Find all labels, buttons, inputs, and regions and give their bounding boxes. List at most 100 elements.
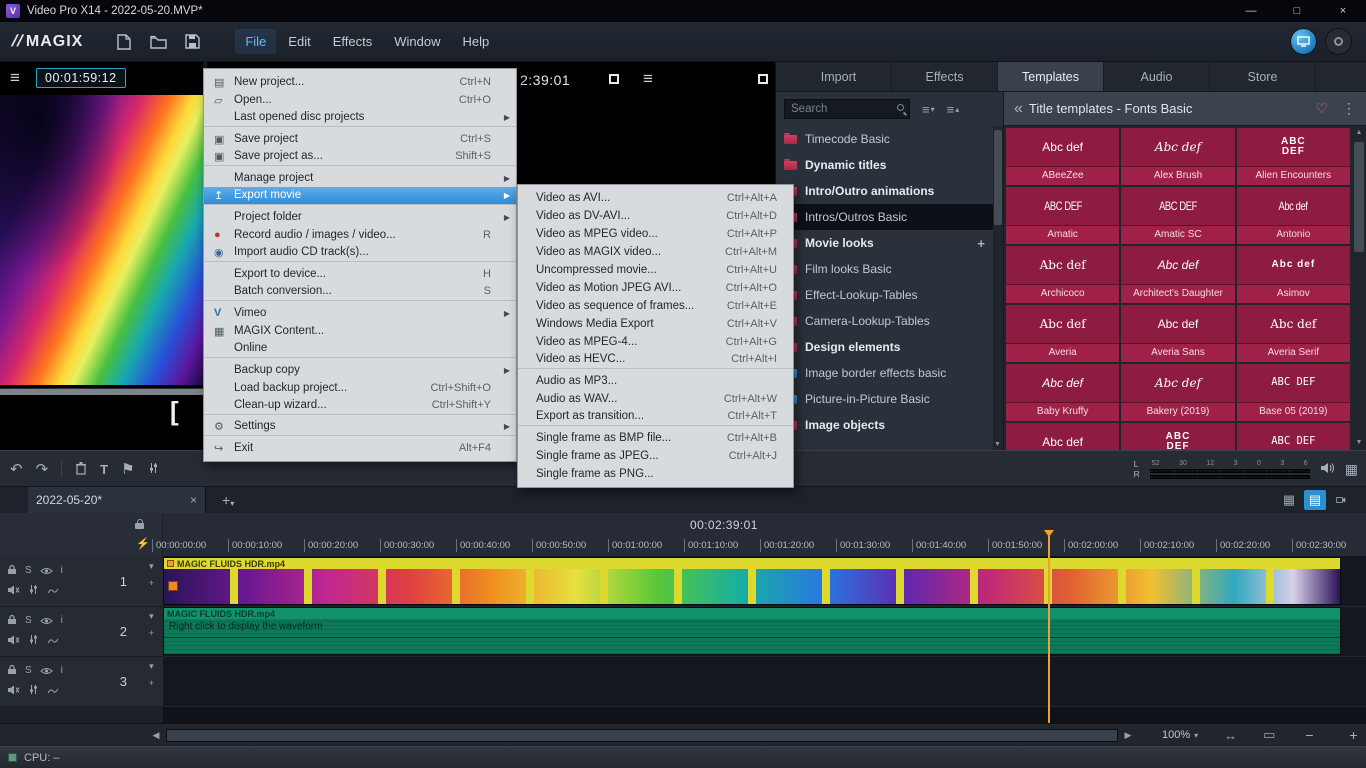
zoom-horizontal-icon[interactable]: ↔ xyxy=(1224,728,1237,743)
category-item[interactable]: Image border effects basic + xyxy=(776,360,993,386)
menu-item[interactable]: Project folder ▶ xyxy=(204,208,516,226)
menu-item[interactable]: Manage project ▶ xyxy=(204,169,516,187)
menu[interactable]: Edit xyxy=(278,29,320,54)
category-item[interactable]: Design elements + xyxy=(776,334,993,360)
menu-item[interactable]: ↥ Export movie ▶ xyxy=(204,187,516,205)
panel-tab[interactable]: Effects xyxy=(892,62,998,91)
menu[interactable]: Window xyxy=(384,29,450,54)
open-project-button[interactable] xyxy=(143,28,173,56)
scrollbar-thumb[interactable] xyxy=(167,730,1117,741)
track-header[interactable]: S i xyxy=(0,657,163,707)
solo-button[interactable]: S xyxy=(25,666,32,676)
info-button[interactable]: i xyxy=(61,666,63,676)
menu-item[interactable]: ▱ Open... Ctrl+O ▶ xyxy=(204,91,516,109)
menu[interactable]: File xyxy=(235,29,276,54)
menu-item[interactable]: Video as sequence of frames... Ctrl+Alt+… xyxy=(518,297,793,315)
font-template-tile[interactable]: Abc def Architect's Daughter xyxy=(1121,246,1234,303)
font-template-tile[interactable]: ABC DEF xyxy=(1237,423,1350,450)
add-movie-button[interactable]: +▾ xyxy=(216,491,240,509)
zoom-level-dropdown[interactable]: 100% ▾ xyxy=(1162,729,1198,741)
scroll-down-icon[interactable]: ▼ xyxy=(994,441,1001,448)
scroll-down-icon[interactable]: ▼ xyxy=(1356,436,1363,450)
category-item[interactable]: Film looks Basic + xyxy=(776,256,993,282)
font-template-tile[interactable]: ABC DEF Amatic SC xyxy=(1121,187,1234,244)
favorite-icon[interactable]: ♡ xyxy=(1315,100,1328,117)
category-item[interactable]: Intro/Outro animations + xyxy=(776,178,993,204)
menu-item[interactable]: Single frame as BMP file... Ctrl+Alt+B xyxy=(518,429,793,447)
timeline-ruler[interactable]: ⚡ 00:02:39:01 00:00:00:00 00:00:10:00 00… xyxy=(0,513,1366,557)
automation-icon[interactable] xyxy=(47,634,59,648)
menu-item[interactable]: Video as MAGIX video... Ctrl+Alt+M xyxy=(518,243,793,261)
project-tab[interactable]: 2022-05-20* × xyxy=(28,487,206,513)
font-template-tile[interactable]: Abc def Alex Brush xyxy=(1121,128,1234,185)
font-template-tile[interactable]: Abc def Averia Sans xyxy=(1121,305,1234,362)
menu-item[interactable]: Video as DV-AVI... Ctrl+Alt+D xyxy=(518,207,793,225)
menu-item[interactable]: ● Record audio / images / video... R ▶ xyxy=(204,226,516,244)
menu-item[interactable]: Uncompressed movie... Ctrl+Alt+U xyxy=(518,261,793,279)
menu[interactable]: Help xyxy=(452,29,499,54)
menu-item[interactable]: Video as MPEG video... Ctrl+Alt+P xyxy=(518,225,793,243)
track-header[interactable]: S i xyxy=(0,607,163,657)
mute-icon[interactable] xyxy=(7,584,20,598)
scroll-right-button[interactable]: ▶ xyxy=(1120,728,1136,743)
fader-icon[interactable] xyxy=(28,684,39,698)
add-track-icon[interactable]: + xyxy=(149,679,154,688)
redo-icon[interactable]: ↷ xyxy=(36,460,49,478)
menu-item[interactable]: Video as Motion JPEG AVI... Ctrl+Alt+O xyxy=(518,279,793,297)
menu-item[interactable]: Video as AVI... Ctrl+Alt+A xyxy=(518,189,793,207)
automation-icon[interactable] xyxy=(47,684,59,698)
zoom-out-button[interactable]: − xyxy=(1299,727,1319,743)
lock-icon[interactable] xyxy=(7,614,17,628)
timeline-view-button[interactable]: ▤ xyxy=(1304,490,1326,510)
font-template-tile[interactable]: ABC DEF Amatic xyxy=(1006,187,1119,244)
visibility-icon[interactable] xyxy=(40,614,53,628)
view-options-icon[interactable]: ≡▴ xyxy=(947,102,960,117)
menu-item[interactable]: ▤ New project... Ctrl+N ▶ xyxy=(204,73,516,91)
sort-icon[interactable]: ≡▾ xyxy=(922,102,935,117)
font-template-tile[interactable]: Abc def Archicoco xyxy=(1006,246,1119,303)
fader-icon[interactable] xyxy=(28,634,39,648)
menu-item[interactable]: Video as HEVC... Ctrl+Alt+I xyxy=(518,351,793,369)
font-template-tile[interactable]: Abc def Averia Serif xyxy=(1237,305,1350,362)
menu-item[interactable]: Single frame as PNG... xyxy=(518,465,793,483)
panel-tab[interactable]: Audio xyxy=(1104,62,1210,91)
menu-item[interactable]: Windows Media Export Ctrl+Alt+V xyxy=(518,315,793,333)
font-template-tile[interactable]: Abc def Antonio xyxy=(1237,187,1350,244)
menu-item[interactable]: ⚙ Settings ▶ xyxy=(204,418,516,436)
menu-item[interactable]: Export to device... H ▶ xyxy=(204,265,516,283)
preview-menu-icon[interactable]: ≡ xyxy=(10,68,20,88)
menu-item[interactable]: ◉ Import audio CD track(s)... ▶ xyxy=(204,244,516,262)
save-project-button[interactable] xyxy=(177,28,207,56)
category-item[interactable]: Dynamic titles + xyxy=(776,152,993,178)
stop-icon[interactable] xyxy=(758,74,768,84)
menu-item[interactable]: ▦ MAGIX Content... ▶ xyxy=(204,322,516,340)
menu[interactable]: Effects xyxy=(323,29,383,54)
track-header[interactable]: S i xyxy=(0,557,163,607)
add-category-icon[interactable]: + xyxy=(977,236,985,251)
lock-icon[interactable] xyxy=(7,564,17,578)
timeline-scrollbar[interactable] xyxy=(166,729,1118,742)
search-input[interactable] xyxy=(784,99,910,119)
solo-button[interactable]: S xyxy=(25,616,32,626)
panel-tab[interactable]: Store xyxy=(1210,62,1316,91)
maximize-button[interactable]: □ xyxy=(1274,0,1320,22)
speaker-icon[interactable] xyxy=(1320,461,1335,477)
panel-tab[interactable]: Templates xyxy=(998,62,1104,91)
storyboard-view-button[interactable] xyxy=(1330,490,1352,510)
track-lanes[interactable]: MAGIC FLUIDS HDR.mp4 MAGIC FLUIDS HDR.mp… xyxy=(163,557,1366,723)
menu-item[interactable]: ▣ Save project Ctrl+S ▶ xyxy=(204,130,516,148)
font-template-tile[interactable]: Abc def Averia xyxy=(1006,305,1119,362)
category-item[interactable]: Picture-in-Picture Basic + xyxy=(776,386,993,412)
undo-icon[interactable]: ↶ xyxy=(10,460,23,478)
info-button[interactable]: i xyxy=(61,616,63,626)
scroll-left-button[interactable]: ◀ xyxy=(148,728,164,743)
collapse-track-icon[interactable]: ▾ xyxy=(149,662,154,671)
font-template-tile[interactable]: Abc def Bakery (2019) xyxy=(1121,364,1234,421)
minimize-button[interactable]: — xyxy=(1228,0,1274,22)
new-project-button[interactable] xyxy=(109,28,139,56)
menu-item[interactable]: ▣ Save project as... Shift+S ▶ xyxy=(204,148,516,166)
mixer-fader-icon[interactable] xyxy=(148,462,159,477)
category-item[interactable]: Image objects + xyxy=(776,412,993,438)
flash-icon[interactable]: ⚡ xyxy=(136,537,150,550)
category-item[interactable]: Effect-Lookup-Tables + xyxy=(776,282,993,308)
